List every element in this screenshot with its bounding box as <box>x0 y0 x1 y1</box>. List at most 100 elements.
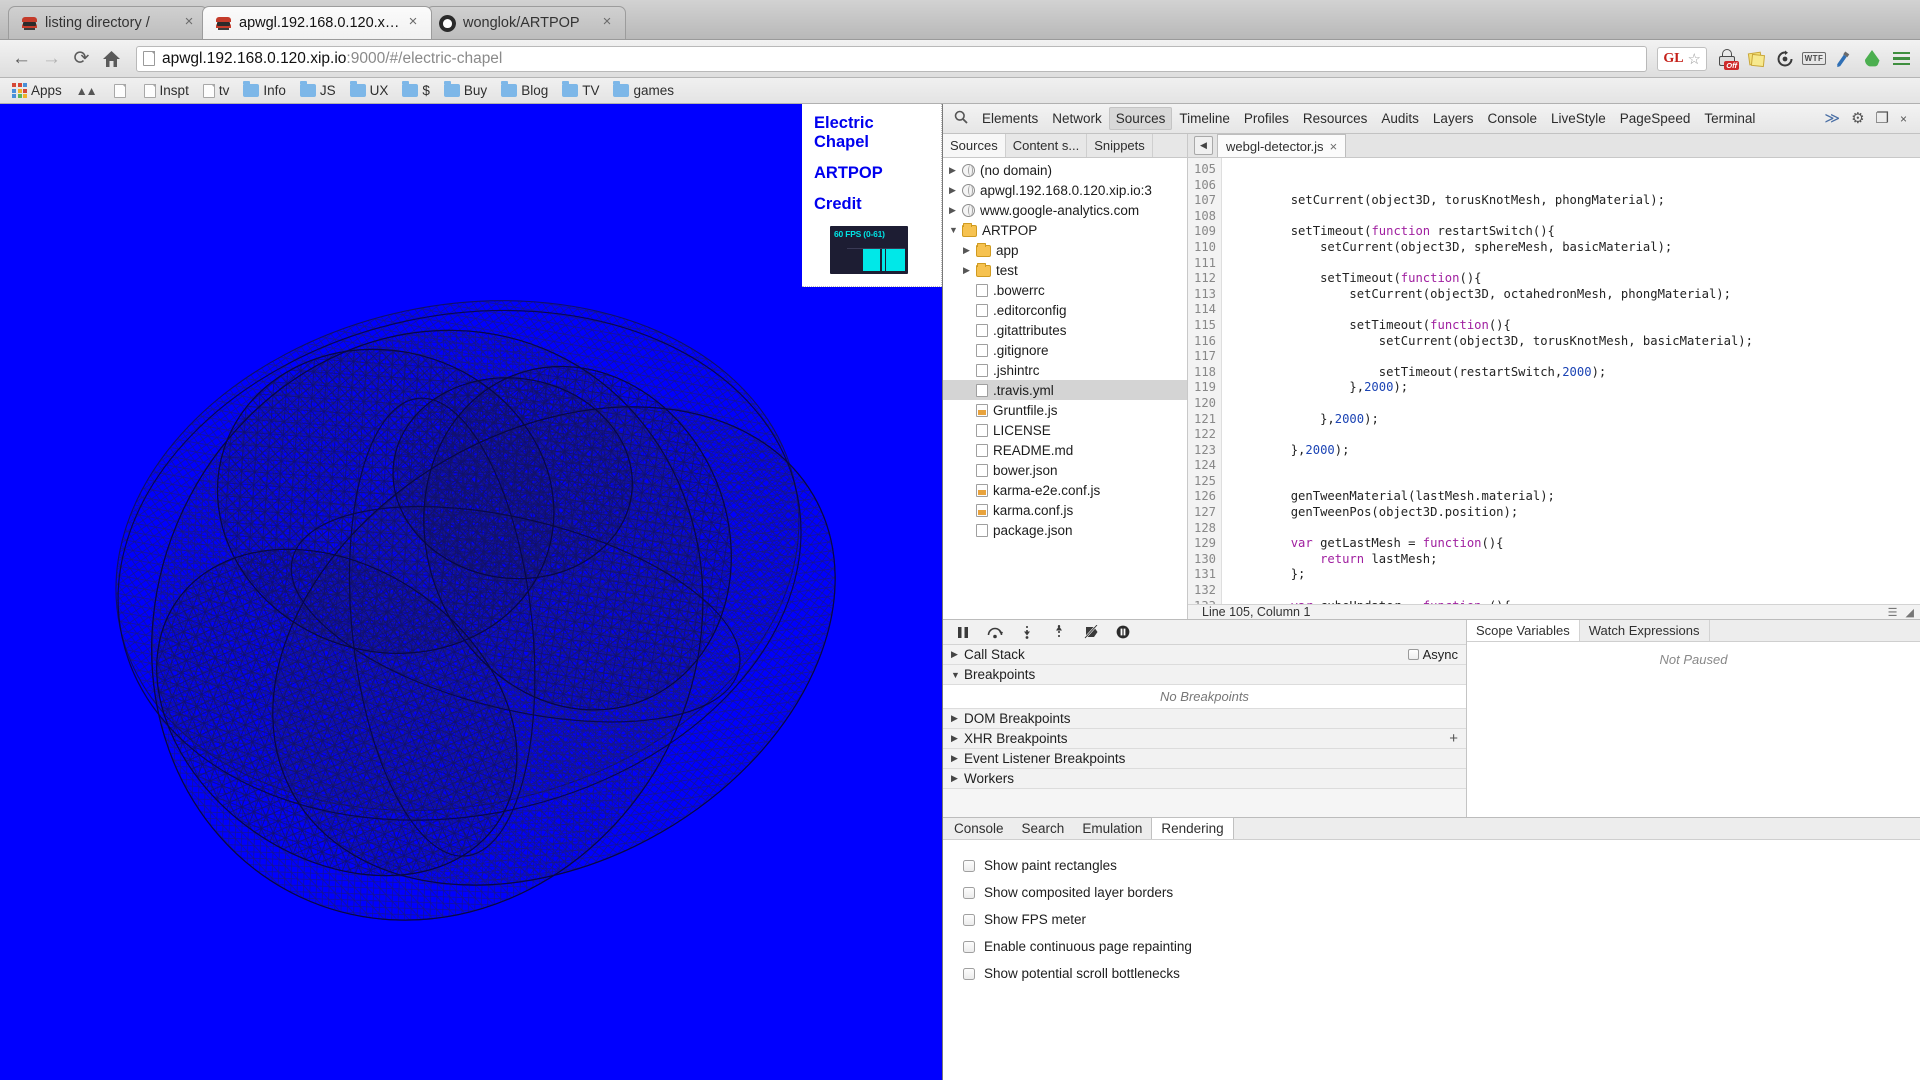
bookmark-ux[interactable]: UX <box>344 81 395 100</box>
bookmark-js[interactable]: JS <box>294 81 342 100</box>
bookmark-mountain[interactable]: ▲▲ <box>70 82 106 100</box>
page-info-icon[interactable] <box>143 51 155 66</box>
tree-item[interactable]: Gruntfile.js <box>943 400 1187 420</box>
code-line[interactable] <box>1232 256 1920 272</box>
line-number[interactable]: 127 <box>1194 505 1216 521</box>
code-line[interactable]: genTweenMaterial(lastMesh.material); <box>1232 489 1920 505</box>
tree-item[interactable]: README.md <box>943 440 1187 460</box>
line-number[interactable]: 117 <box>1194 349 1216 365</box>
search-icon[interactable] <box>947 110 975 128</box>
tree-item[interactable]: bower.json <box>943 460 1187 480</box>
checkbox[interactable] <box>963 887 975 899</box>
line-number[interactable]: 128 <box>1194 521 1216 537</box>
chevron-right-icon[interactable]: ▶ <box>963 265 976 276</box>
tree-item[interactable]: ▶(no domain) <box>943 160 1187 180</box>
webgl-canvas[interactable] <box>0 104 942 1080</box>
rendering-option[interactable]: Enable continuous page repainting <box>963 933 1920 960</box>
rendering-option[interactable]: Show FPS meter <box>963 906 1920 933</box>
checkbox[interactable] <box>963 941 975 953</box>
chevron-right-icon[interactable]: ▶ <box>963 245 976 256</box>
nav-tab-snippets[interactable]: Snippets <box>1087 134 1153 157</box>
code-line[interactable] <box>1232 474 1920 490</box>
code-line[interactable]: setCurrent(object3D, torusKnotMesh, basi… <box>1232 334 1920 350</box>
line-number[interactable]: 107 <box>1194 193 1216 209</box>
bookmark-tv2[interactable]: TV <box>556 81 605 100</box>
code-line[interactable] <box>1232 583 1920 599</box>
debugger-section-right[interactable]: Async <box>1408 647 1458 662</box>
forward-button[interactable]: → <box>38 45 65 72</box>
refresh-extension-icon[interactable] <box>1774 48 1796 70</box>
line-number[interactable]: 125 <box>1194 474 1216 490</box>
tab-close-icon[interactable]: × <box>181 15 197 31</box>
tree-item[interactable]: .gitignore <box>943 340 1187 360</box>
checkbox[interactable] <box>963 914 975 926</box>
bookmark-apps[interactable]: Apps <box>6 81 68 100</box>
debugger-section[interactable]: ▶DOM Breakpoints <box>943 709 1466 729</box>
chevron-right-icon[interactable]: ▶ <box>951 753 964 764</box>
bookmark-money[interactable]: $ <box>396 81 436 100</box>
code-line[interactable]: },2000); <box>1232 380 1920 396</box>
bookmark-inspt[interactable]: Inspt <box>138 81 195 100</box>
devtools-tab-network[interactable]: Network <box>1045 107 1109 130</box>
debugger-section[interactable]: ▼Breakpoints <box>943 665 1466 685</box>
sticky-notes-icon[interactable] <box>1745 48 1767 70</box>
tree-item[interactable]: ▶app <box>943 240 1187 260</box>
line-number[interactable]: 132 <box>1194 583 1216 599</box>
tree-item[interactable]: ▶www.google-analytics.com <box>943 200 1187 220</box>
line-number[interactable]: 110 <box>1194 240 1216 256</box>
debugger-section[interactable]: ▶Event Listener Breakpoints <box>943 749 1466 769</box>
link-credit[interactable]: Credit <box>814 195 929 214</box>
line-number[interactable]: 113 <box>1194 287 1216 303</box>
pause-icon[interactable] <box>955 624 971 640</box>
green-drop-icon[interactable] <box>1861 48 1883 70</box>
drawer-tab-console[interactable]: Console <box>945 818 1013 839</box>
wtf-icon[interactable]: WTF <box>1803 48 1825 70</box>
code-line[interactable]: },2000); <box>1232 443 1920 459</box>
line-number[interactable]: 115 <box>1194 318 1216 334</box>
file-navigator[interactable]: ▶(no domain)▶apwgl.192.168.0.120.xip.io:… <box>943 158 1188 619</box>
bookmark-page-1[interactable] <box>108 82 136 100</box>
lock-off-icon[interactable]: Off <box>1716 48 1738 70</box>
drawer-tab-search[interactable]: Search <box>1013 818 1074 839</box>
code-line[interactable]: setCurrent(object3D, octahedronMesh, pho… <box>1232 287 1920 303</box>
bookmark-blog[interactable]: Blog <box>495 81 554 100</box>
debugger-section[interactable]: ▶XHR Breakpoints+ <box>943 729 1466 749</box>
line-number[interactable]: 131 <box>1194 567 1216 583</box>
line-number[interactable]: 130 <box>1194 552 1216 568</box>
code-line[interactable] <box>1232 178 1920 194</box>
code-line[interactable]: genTweenPos(object3D.position); <box>1232 505 1920 521</box>
format-icon[interactable]: ☰ <box>1888 606 1898 619</box>
add-xhr-breakpoint-button[interactable]: + <box>1449 730 1458 747</box>
line-number[interactable]: 109 <box>1194 224 1216 240</box>
chevron-right-icon[interactable]: ▶ <box>951 649 964 660</box>
browser-tab-3[interactable]: wonglok/ARTPOP × <box>426 6 626 39</box>
tree-item[interactable]: LICENSE <box>943 420 1187 440</box>
devtools-tab-elements[interactable]: Elements <box>975 107 1045 130</box>
line-number[interactable]: 120 <box>1194 396 1216 412</box>
devtools-tab-audits[interactable]: Audits <box>1374 107 1426 130</box>
code-line[interactable]: setTimeout(function(){ <box>1232 271 1920 287</box>
tab-scope-variables[interactable]: Scope Variables <box>1467 620 1580 641</box>
chevron-right-icon[interactable]: ▶ <box>951 713 964 724</box>
bookmark-tv[interactable]: tv <box>197 81 236 100</box>
code-line[interactable]: },2000); <box>1232 412 1920 428</box>
code-line[interactable]: }; <box>1232 567 1920 583</box>
step-into-icon[interactable] <box>1019 624 1035 640</box>
devtools-tab-livestyle[interactable]: LiveStyle <box>1544 107 1613 130</box>
devtools-tab-terminal[interactable]: Terminal <box>1697 107 1762 130</box>
code-line[interactable] <box>1232 302 1920 318</box>
line-number[interactable]: 111 <box>1194 256 1216 272</box>
browser-tab-1[interactable]: listing directory / × <box>8 6 208 39</box>
async-checkbox[interactable] <box>1408 649 1419 660</box>
source-editor[interactable]: 1051061071081091101111121131141151161171… <box>1188 158 1920 619</box>
checkbox[interactable] <box>963 860 975 872</box>
star-icon[interactable]: ☆ <box>1688 50 1701 68</box>
tree-item[interactable]: ▶test <box>943 260 1187 280</box>
tab-close-icon[interactable]: × <box>599 15 615 31</box>
chevron-right-icon[interactable]: ▶ <box>949 205 962 216</box>
debugger-section[interactable]: ▶Workers <box>943 769 1466 789</box>
address-bar[interactable]: apwgl.192.168.0.120.xip.io:9000/#/electr… <box>136 46 1647 72</box>
tab-close-icon[interactable]: × <box>405 15 421 31</box>
rendering-option[interactable]: Show paint rectangles <box>963 852 1920 879</box>
tree-item[interactable]: .editorconfig <box>943 300 1187 320</box>
